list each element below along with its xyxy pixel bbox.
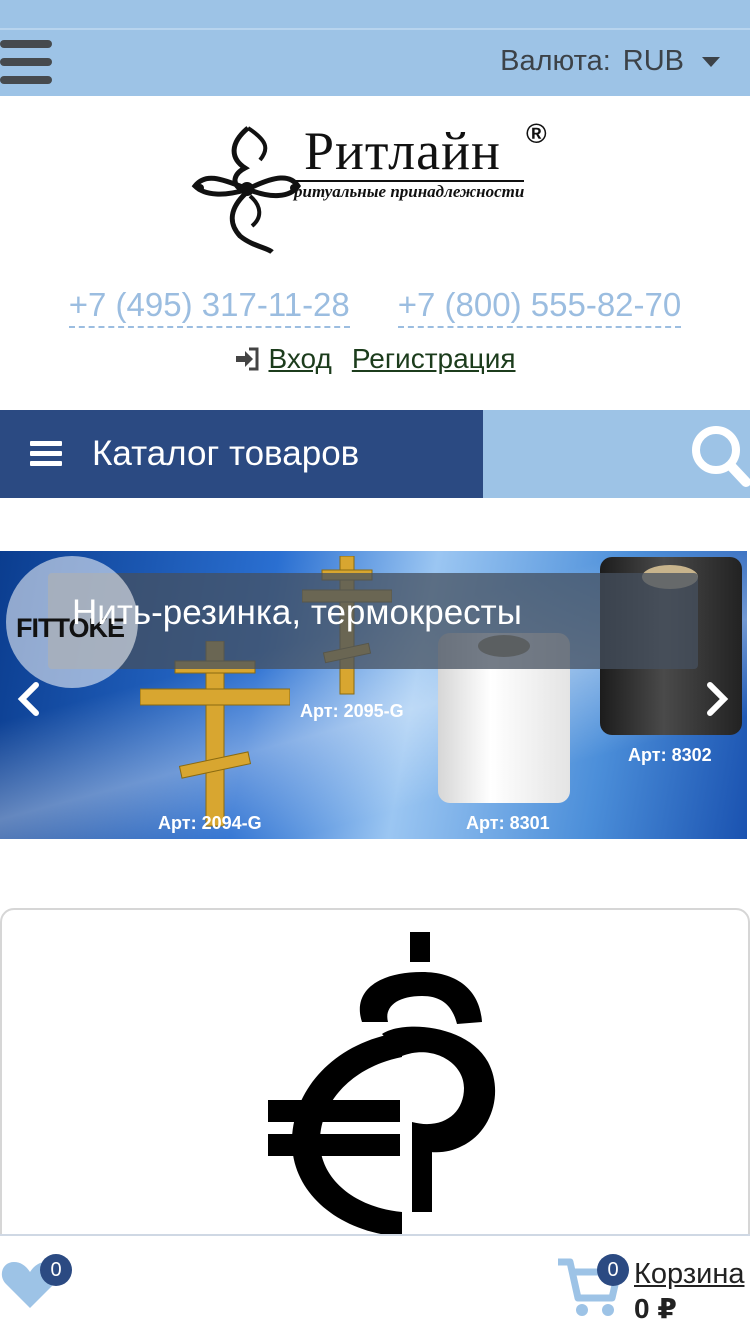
cart-count-badge: 0 (597, 1254, 629, 1286)
currency-exchange-icon (268, 932, 496, 1237)
site-logo[interactable]: Ритлайн ® ритуальные принадлежности (190, 118, 560, 258)
favorites-count-badge: 0 (40, 1254, 72, 1286)
phone-link-2[interactable]: +7 (800) 555-82-70 (397, 286, 682, 328)
logo-name: Ритлайн (304, 121, 501, 181)
top-bar: Валюта: RUB (0, 28, 750, 96)
cross-icon (140, 641, 290, 827)
phone-list: +7 (495) 317-11-28 +7 (800) 555-82-70 (0, 286, 750, 328)
banner-title: Нить-резинка, термокресты (72, 593, 522, 632)
bottom-bar: 0 0 Корзина 0 ₽ (0, 1234, 750, 1334)
ornament-icon (191, 126, 302, 255)
chevron-left-icon[interactable] (16, 681, 42, 717)
logo-tagline: ритуальные принадлежности (294, 180, 525, 201)
registered-mark: ® (526, 118, 547, 149)
catalog-menu-icon (30, 441, 62, 467)
menu-icon[interactable] (0, 40, 54, 88)
auth-links: Вход Регистрация (0, 343, 750, 375)
search-icon[interactable] (688, 422, 750, 488)
catalog-button[interactable]: Каталог товаров (0, 410, 483, 498)
product-card[interactable] (0, 908, 750, 1248)
article-label: Арт: 2094-G (158, 813, 262, 833)
cart-total: 0 ₽ (634, 1293, 677, 1324)
catalog-label: Каталог товаров (92, 434, 360, 473)
article-label: Арт: 2095-G (300, 701, 404, 721)
article-label: Арт: 8302 (628, 745, 712, 765)
article-label: Арт: 8301 (466, 813, 550, 833)
currency-label: Валюта: (500, 45, 611, 77)
status-bar (0, 0, 750, 28)
catalog-bar: Каталог товаров (0, 410, 750, 498)
promo-banner[interactable]: FITTOKE Нить-резинка, термокресты Арт: 2… (0, 551, 747, 839)
register-link[interactable]: Регистрация (352, 343, 516, 375)
chevron-right-icon[interactable] (704, 681, 730, 717)
login-group[interactable]: Вход (234, 343, 332, 375)
currency-value: RUB (622, 45, 684, 77)
currency-selector[interactable]: Валюта: RUB (500, 45, 720, 78)
sign-in-icon (236, 347, 259, 371)
caret-down-icon (702, 56, 720, 67)
login-link[interactable]: Вход (268, 343, 331, 375)
cart-link[interactable]: Корзина (634, 1258, 744, 1291)
phone-link-1[interactable]: +7 (495) 317-11-28 (68, 286, 350, 328)
